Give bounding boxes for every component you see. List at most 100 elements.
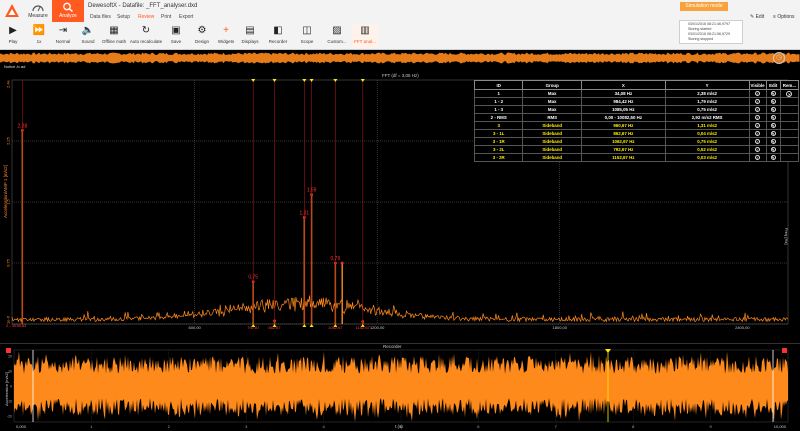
tab-data-files[interactable]: Data files [90, 14, 111, 20]
tool-displays-button[interactable]: ▤ Displays [238, 24, 262, 48]
tool-fast-forward-button[interactable]: ⏩ 1x [28, 24, 50, 48]
visible-check-icon[interactable]: ✓ [755, 91, 761, 96]
table-row[interactable]: 2 - RMS RMS 0,00 - 10082,50 Hz 2,92 m/s2 RM… [473, 113, 800, 122]
table-row[interactable]: 1 - 2 Max 984,42 Hz 1,79 m/s2 ✓ ✎ [473, 97, 800, 106]
visible-check-icon[interactable]: ✓ [755, 115, 761, 120]
recorder-y-tick-label: -20 [7, 415, 12, 419]
edit-icon[interactable]: ✎ [770, 99, 776, 104]
remove-cell [779, 97, 800, 106]
recorder-chart[interactable]: 0,000 10,0001 2 3 4 5 6 7 8 920100-10-20 [0, 344, 800, 431]
edit-icon[interactable]: ✎ [770, 91, 776, 96]
clock-icon[interactable]: ◷ [773, 52, 785, 64]
fft-peak-label: 0,79 [331, 256, 341, 262]
edit-icon[interactable]: ✎ [770, 155, 776, 160]
tool-label: Play [8, 39, 18, 44]
table-row[interactable]: 1 Max 34,08 Hz 2,38 m/s2 ✓ ✎ ✕ [473, 89, 800, 98]
visible-check-cell: ✓ [748, 105, 767, 114]
fft-cursor-marker [302, 79, 307, 82]
visible-check-icon[interactable]: ✓ [755, 139, 761, 144]
edit-icon[interactable]: ✎ [770, 131, 776, 136]
fft-cursor-x-label: 1062,67 [328, 325, 343, 330]
cell-id: 3 [473, 121, 524, 130]
table-row[interactable]: 3 - 1R Sideband 1062,67 Hz 0,75 m/s2 ✓ ✎ [473, 137, 800, 146]
remove-cell [779, 145, 800, 154]
pencil-icon: ✎ [750, 14, 755, 20]
fft-cursor-marker [360, 79, 365, 82]
edit-icon[interactable]: ✎ [770, 123, 776, 128]
tool-label: Displays [241, 39, 259, 44]
play-icon: ▶ [9, 25, 17, 36]
fast-forward-icon: ⏩ [32, 25, 46, 36]
visible-check-icon[interactable]: ✓ [755, 155, 761, 160]
visible-check-icon[interactable]: ✓ [755, 131, 761, 136]
edit-icon[interactable]: ✎ [770, 139, 776, 144]
table-row[interactable]: 3 - 1L Sideband 862,67 Hz 0,04 m/s2 ✓ ✎ [473, 129, 800, 138]
remove-cell [779, 105, 800, 114]
tool-save-button[interactable]: ▣ Save [166, 24, 186, 48]
table-row[interactable]: 3 Sideband 960,67 Hz 1,31 m/s2 ✓ ✎ [473, 121, 800, 130]
tool-plus-button[interactable]: + Widgets [216, 24, 236, 48]
tab-review[interactable]: Review [138, 14, 154, 20]
event-log-entry: 03/01/2016 08:21:46,9797 Storing started [688, 22, 730, 31]
table-row[interactable]: 3 - 2R Sideband 1152,67 Hz 0,03 m/s2 ✓ ✎ [473, 153, 800, 162]
edit-label: Edit [755, 14, 765, 20]
tool-recalculate-button[interactable]: ↻ Auto recalculate [128, 24, 164, 48]
visible-check-icon[interactable]: ✓ [755, 123, 761, 128]
tool-recorder-button[interactable]: ◧ Recorder [266, 24, 290, 48]
gauge-icon [32, 5, 44, 12]
tab-export[interactable]: Export [179, 14, 193, 20]
tool-gear-button[interactable]: ⚙ Design [192, 24, 212, 48]
recorder-x-tick-label: 8 [632, 424, 635, 429]
scope-icon: ◫ [302, 25, 312, 36]
mode-analyze-button[interactable]: Analyze [52, 0, 84, 22]
recorder-panel[interactable]: 0,000 10,000 1 2 3 4 5 6 7 8 9 20 10 0 -10 -20 Recorder… [0, 343, 800, 431]
fft-x-tick-label: 1800,00 [553, 325, 568, 330]
fft-cursor-marker [302, 324, 307, 327]
options-label: Options [777, 14, 795, 20]
tool-calculator-button[interactable]: ▦ Offline math [102, 24, 126, 48]
fft-cursor-marker [251, 79, 256, 82]
edit-icon[interactable]: ✎ [770, 107, 776, 112]
overview-waveform [0, 52, 800, 64]
cell-id: 3 - 1R [473, 137, 524, 146]
options-button[interactable]: ≡ Options [773, 14, 795, 20]
cell-y: 0,75 m/s2 [664, 137, 750, 146]
mode-measure-button[interactable]: Measure [22, 0, 54, 22]
tool-label: Offline math [102, 39, 127, 44]
edit-icon[interactable]: ✎ [770, 115, 776, 120]
cell-y: 0,04 m/s2 [664, 129, 750, 138]
visible-check-icon[interactable]: ✓ [755, 107, 761, 112]
tool-scope-button[interactable]: ◫ Scope [294, 24, 320, 48]
simulation-mode-badge: Simulation mode [680, 2, 728, 11]
visible-check-cell: ✓ [748, 113, 767, 122]
overview-strip[interactable] [0, 51, 800, 65]
fft-peak-label: 0,75 [248, 275, 258, 281]
edit-button[interactable]: ✎ Edit [750, 14, 764, 20]
speaker-icon: 🔈 [81, 25, 95, 36]
tool-play-button[interactable]: ▶ Play [2, 24, 24, 48]
fft-cursor-marker [333, 79, 338, 82]
recorder-start-time: 0,000 [16, 424, 27, 429]
tool-label: FFT anal... [354, 39, 376, 44]
tab-print[interactable]: Print [161, 14, 171, 20]
tool-step-button[interactable]: ⇥ Normal [52, 24, 74, 48]
event-log-entry: 03/01/2016 08:21:56,9729 Storing stopped [688, 32, 730, 41]
visible-check-icon[interactable]: ✓ [755, 147, 761, 152]
visible-check-icon[interactable]: ✓ [755, 99, 761, 104]
tool-custom-display-button[interactable]: ▨ Custom... [324, 24, 350, 48]
cell-y: 0,52 m/s2 [664, 145, 750, 154]
recorder-x-tick-label: 1 [90, 424, 93, 429]
table-row[interactable]: 1 - 3 Max 1085,05 Hz 0,75 m/s2 ✓ ✎ [473, 105, 800, 114]
tool-speaker-button[interactable]: 🔈 Sound [77, 24, 99, 48]
edit-cell: ✎ [765, 129, 781, 138]
cell-group: Sideband [522, 145, 582, 154]
cursor-table: ID Group X Y Visible Edit Rem... 1 Max 34,… [473, 80, 800, 162]
table-row[interactable]: 3 - 2L Sideband 792,67 Hz 0,52 m/s2 ✓ ✎ [473, 145, 800, 154]
app-title: DewesoftX - Datafile: _FFT_analyser.dxd [88, 3, 198, 9]
tab-setup[interactable]: Setup [117, 14, 130, 20]
remove-icon[interactable]: ✕ [786, 90, 793, 97]
edit-icon[interactable]: ✎ [770, 147, 776, 152]
cell-y: 0,75 m/s2 [664, 105, 750, 114]
remove-cell [779, 113, 800, 122]
tool-fft-button[interactable]: ▥ FFT anal... [352, 24, 378, 48]
